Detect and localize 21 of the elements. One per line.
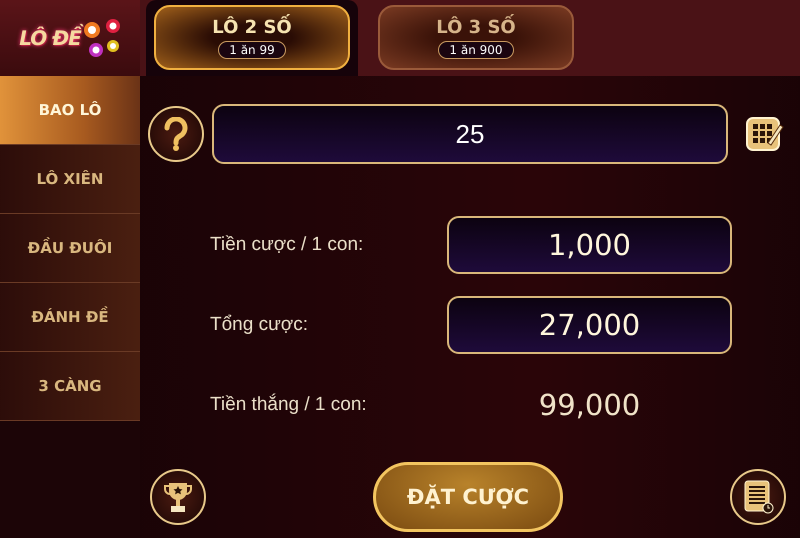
odds-badge: 1 ăn 99 bbox=[218, 40, 286, 58]
row-label: Tiền cược / 1 con: bbox=[210, 234, 364, 256]
amount-field[interactable]: 1,000 bbox=[447, 216, 732, 274]
tab[interactable]: LÔ 3 SỐ 1 ăn 900 bbox=[378, 5, 574, 70]
sidebar-item[interactable]: ĐÁNH ĐỀ bbox=[0, 283, 140, 352]
sidebar-item[interactable]: 3 CÀNG bbox=[0, 352, 140, 421]
tab[interactable]: LÔ 2 SỐ 1 ăn 99 bbox=[154, 5, 350, 70]
row-label: Tiền thắng / 1 con: bbox=[210, 394, 368, 416]
amount-field[interactable]: 27,000 bbox=[447, 296, 732, 354]
sidebar-item[interactable]: ĐẦU ĐUÔI bbox=[0, 214, 140, 283]
document-clock-icon bbox=[742, 479, 774, 515]
logo-text: LÔ ĐỀ bbox=[19, 26, 81, 50]
row-label: Tổng cược: bbox=[210, 314, 310, 336]
sidebar-item[interactable]: LÔ XIÊN bbox=[0, 145, 140, 214]
lottery-balls-icon bbox=[82, 18, 121, 58]
number-input[interactable]: 25 bbox=[212, 104, 728, 164]
win-amount: 99,000 bbox=[538, 388, 642, 422]
sidebar-item[interactable]: BAO LÔ bbox=[0, 76, 140, 145]
odds-badge: 1 ăn 900 bbox=[438, 40, 514, 58]
trophy-icon bbox=[163, 480, 193, 514]
bet-button[interactable]: ĐẶT CƯỢC bbox=[373, 462, 563, 532]
